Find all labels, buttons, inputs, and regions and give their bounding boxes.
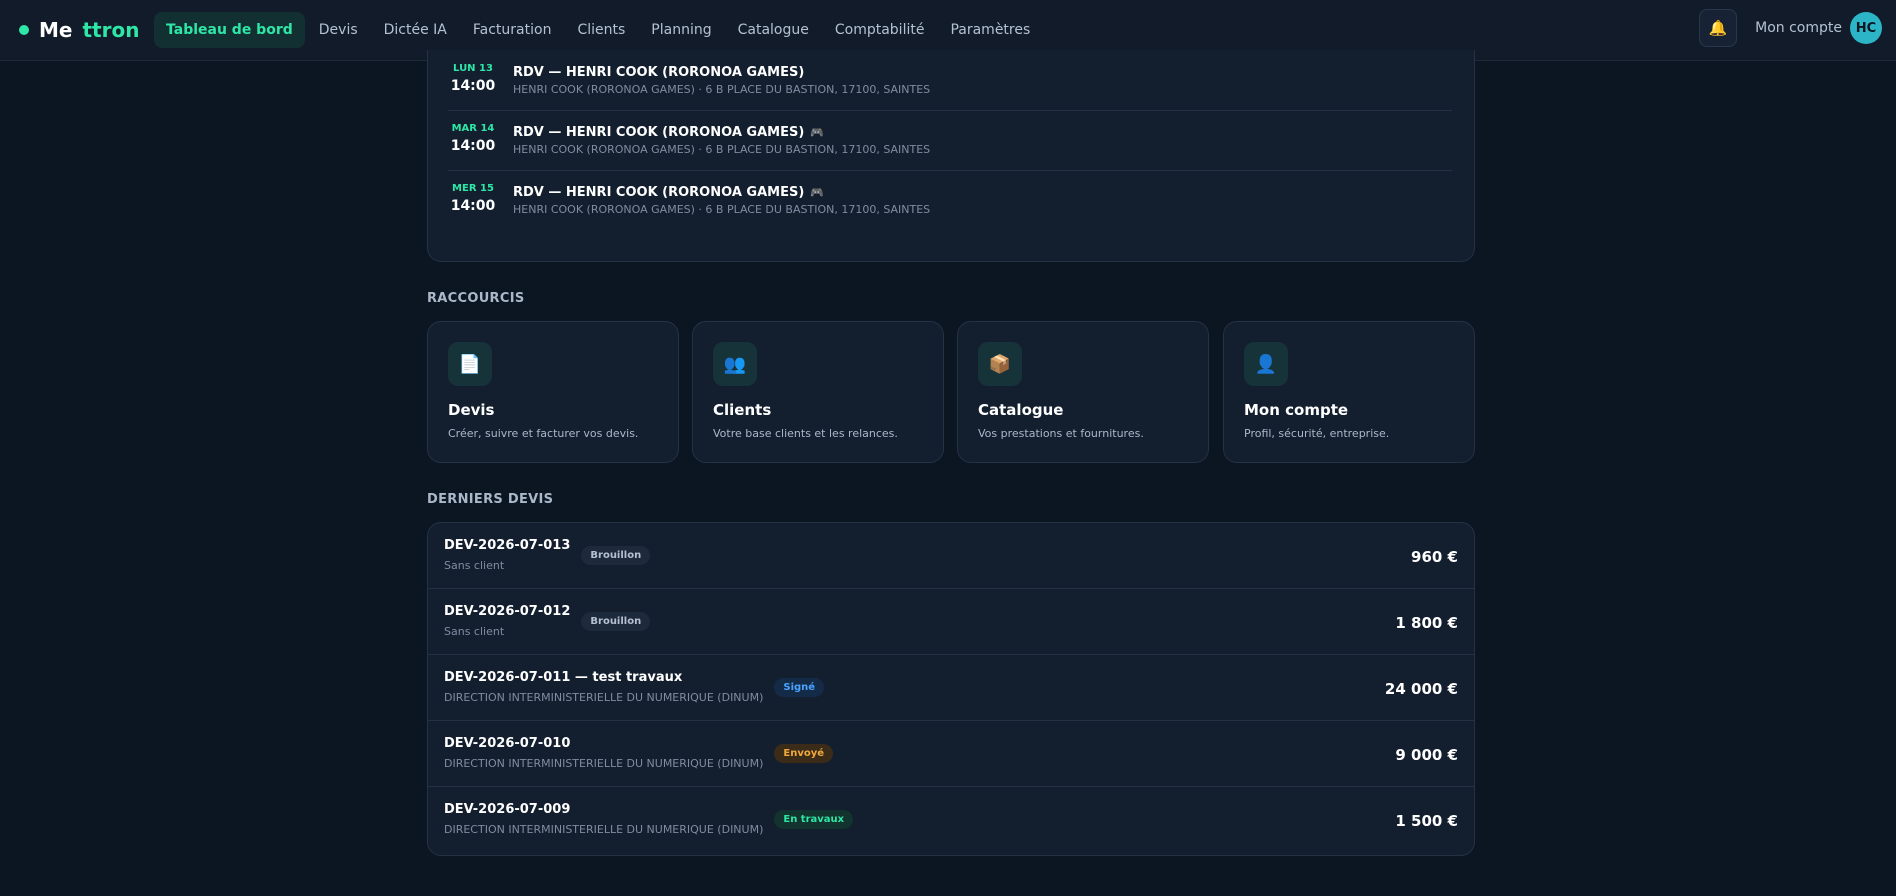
quotes-list: DEV-2026-07-013 Sans client Brouillon 96… xyxy=(427,522,1475,856)
status-badge: Envoyé xyxy=(774,744,834,763)
event-title-text: RDV — HENRI COOK (RORONOA GAMES) xyxy=(513,65,805,80)
quote-text: DEV-2026-07-012 Sans client xyxy=(444,604,570,638)
avatar[interactable]: HC xyxy=(1850,12,1882,44)
nav-item-planning[interactable]: Planning xyxy=(639,12,723,48)
users-icon: 👥 xyxy=(713,342,757,386)
shortcut-description: Votre base clients et les relances. xyxy=(713,427,898,440)
quote-title: DEV-2026-07-012 xyxy=(444,604,571,619)
status-badge: Brouillon xyxy=(581,546,651,565)
notifications-bell-icon[interactable]: 🔔 xyxy=(1699,9,1738,47)
event-date: LUN 13 14:00 xyxy=(448,63,498,94)
logo-dot-icon xyxy=(19,25,29,35)
document-icon: 📄 xyxy=(448,342,492,386)
event-title: RDV — HENRI COOK (RORONOA GAMES) 🎮 xyxy=(513,125,824,140)
logo-text-part2: ttron xyxy=(82,18,140,42)
nav-item-clients[interactable]: Clients xyxy=(565,12,637,48)
shortcut-catalogue[interactable]: 📦 Catalogue Vos prestations et fournitur… xyxy=(957,321,1209,463)
shortcut-clients[interactable]: 👥 Clients Votre base clients et les rela… xyxy=(692,321,944,463)
package-icon: 📦 xyxy=(978,342,1022,386)
event-title-text: RDV — HENRI COOK (RORONOA GAMES) xyxy=(513,185,805,200)
event-title: RDV — HENRI COOK (RORONOA GAMES) 🎮 xyxy=(513,185,824,200)
agenda-card: LUN 13 14:00 RDV — HENRI COOK (RORONOA G… xyxy=(427,50,1475,262)
nav-item-dictee-ia[interactable]: Dictée IA xyxy=(372,12,459,48)
agenda-event[interactable]: LUN 13 14:00 RDV — HENRI COOK (RORONOA G… xyxy=(448,51,1452,111)
event-title-text: RDV — HENRI COOK (RORONOA GAMES) xyxy=(513,125,805,140)
user-icon: 👤 xyxy=(1244,342,1288,386)
quote-amount: 960 € xyxy=(1411,548,1458,566)
quote-amount: 1 500 € xyxy=(1395,812,1458,830)
quote-row[interactable]: DEV-2026-07-012 Sans client Brouillon 1 … xyxy=(428,589,1474,655)
shortcut-title: Clients xyxy=(713,401,772,419)
quote-title: DEV-2026-07-011 — test travaux xyxy=(444,670,683,685)
quote-row[interactable]: DEV-2026-07-009 DIRECTION INTERMINISTERI… xyxy=(428,787,1474,853)
quote-info: DEV-2026-07-013 Sans client Brouillon xyxy=(444,538,651,572)
shortcut-devis[interactable]: 📄 Devis Créer, suivre et facturer vos de… xyxy=(427,321,679,463)
quote-text: DEV-2026-07-009 DIRECTION INTERMINISTERI… xyxy=(444,802,763,836)
app-logo[interactable]: Me ttron xyxy=(19,18,154,42)
quote-row[interactable]: DEV-2026-07-011 — test travaux DIRECTION… xyxy=(428,655,1474,721)
event-time: 14:00 xyxy=(450,138,496,154)
shortcut-description: Vos prestations et fournitures. xyxy=(978,427,1144,440)
quote-amount: 9 000 € xyxy=(1395,746,1458,764)
quote-client: DIRECTION INTERMINISTERIELLE DU NUMERIQU… xyxy=(444,823,764,836)
event-time: 14:00 xyxy=(450,78,496,94)
event-subtitle: HENRI COOK (RORONOA GAMES) · 6 B PLACE D… xyxy=(513,143,931,156)
event-subtitle: HENRI COOK (RORONOA GAMES) · 6 B PLACE D… xyxy=(513,203,931,216)
quote-title: DEV-2026-07-013 xyxy=(444,538,571,553)
main-nav: Tableau de bord Devis Dictée IA Facturat… xyxy=(154,12,1042,48)
event-subtitle: HENRI COOK (RORONOA GAMES) · 6 B PLACE D… xyxy=(513,83,931,96)
quote-client: DIRECTION INTERMINISTERIELLE DU NUMERIQU… xyxy=(444,691,764,704)
account-menu-label[interactable]: Mon compte xyxy=(1755,20,1842,36)
quote-title: DEV-2026-07-010 xyxy=(444,736,571,751)
event-day: LUN 13 xyxy=(453,63,493,74)
nav-item-catalogue[interactable]: Catalogue xyxy=(726,12,821,48)
quote-text: DEV-2026-07-011 — test travaux DIRECTION… xyxy=(444,670,763,704)
status-badge: Signé xyxy=(774,678,825,697)
status-badge: Brouillon xyxy=(581,612,651,631)
quote-row[interactable]: DEV-2026-07-013 Sans client Brouillon 96… xyxy=(428,523,1474,589)
shortcut-title: Catalogue xyxy=(978,401,1064,419)
nav-item-tableau-de-bord[interactable]: Tableau de bord xyxy=(154,12,305,48)
quote-info: DEV-2026-07-012 Sans client Brouillon xyxy=(444,604,651,638)
quote-amount: 24 000 € xyxy=(1384,680,1458,698)
logo-text-part1: Me xyxy=(39,18,73,42)
quote-info: DEV-2026-07-011 — test travaux DIRECTION… xyxy=(444,670,825,704)
quote-text: DEV-2026-07-013 Sans client xyxy=(444,538,570,572)
quote-row[interactable]: DEV-2026-07-010 DIRECTION INTERMINISTERI… xyxy=(428,721,1474,787)
nav-item-devis[interactable]: Devis xyxy=(307,12,370,48)
quote-info: DEV-2026-07-009 DIRECTION INTERMINISTERI… xyxy=(444,802,854,836)
event-title: RDV — HENRI COOK (RORONOA GAMES) xyxy=(513,65,804,80)
quote-client: DIRECTION INTERMINISTERIELLE DU NUMERIQU… xyxy=(444,757,764,770)
event-date: MER 15 14:00 xyxy=(448,183,498,214)
quote-amount: 1 800 € xyxy=(1395,614,1458,632)
quote-client: Sans client xyxy=(444,625,505,638)
quote-title: DEV-2026-07-009 xyxy=(444,802,571,817)
event-day: MAR 14 xyxy=(451,123,495,134)
game-controller-icon: 🎮 xyxy=(810,126,824,139)
event-date: MAR 14 14:00 xyxy=(448,123,498,154)
event-time: 14:00 xyxy=(450,198,496,214)
shortcuts-section-title: RACCOURCIS xyxy=(427,291,525,306)
account-area: 🔔 Mon compte HC xyxy=(1699,9,1882,47)
shortcut-title: Devis xyxy=(448,401,495,419)
shortcut-description: Créer, suivre et facturer vos devis. xyxy=(448,427,639,440)
nav-item-parametres[interactable]: Paramètres xyxy=(938,12,1042,48)
quotes-section-title: DERNIERS DEVIS xyxy=(427,492,554,507)
nav-item-facturation[interactable]: Facturation xyxy=(461,12,564,48)
shortcut-description: Profil, sécurité, entreprise. xyxy=(1244,427,1390,440)
agenda-event[interactable]: MAR 14 14:00 RDV — HENRI COOK (RORONOA G… xyxy=(448,111,1452,171)
agenda-event[interactable]: MER 15 14:00 RDV — HENRI COOK (RORONOA G… xyxy=(448,171,1452,231)
event-day: MER 15 xyxy=(452,183,494,194)
quote-info: DEV-2026-07-010 DIRECTION INTERMINISTERI… xyxy=(444,736,834,770)
nav-item-comptabilite[interactable]: Comptabilité xyxy=(823,12,937,48)
shortcut-mon-compte[interactable]: 👤 Mon compte Profil, sécurité, entrepris… xyxy=(1223,321,1475,463)
game-controller-icon: 🎮 xyxy=(810,186,824,199)
quote-text: DEV-2026-07-010 DIRECTION INTERMINISTERI… xyxy=(444,736,763,770)
quote-client: Sans client xyxy=(444,559,505,572)
status-badge: En travaux xyxy=(774,810,854,829)
shortcut-title: Mon compte xyxy=(1244,401,1349,419)
